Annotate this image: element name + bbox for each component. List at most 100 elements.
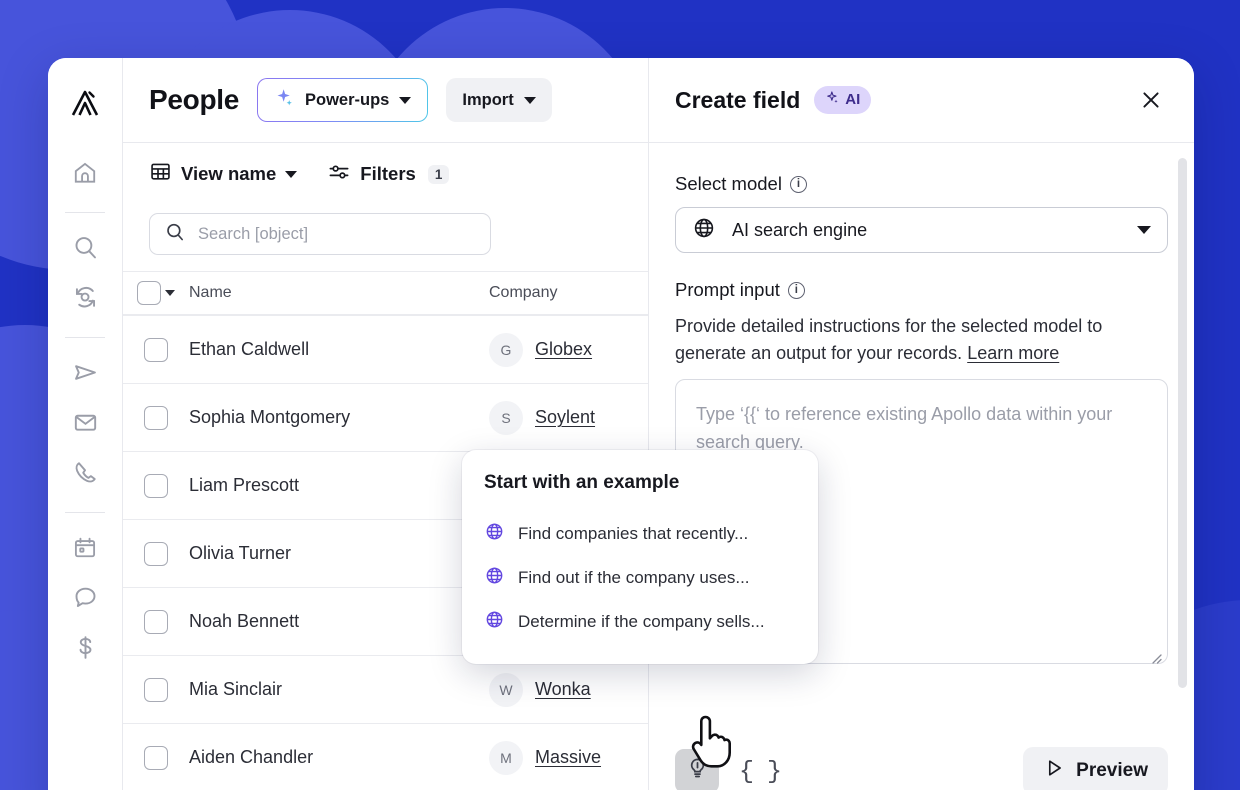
- power-ups-button[interactable]: Power-ups: [257, 78, 428, 122]
- sidebar-item-email[interactable]: [63, 400, 107, 450]
- left-nav-rail: [48, 58, 123, 790]
- prompt-label-row: Prompt input i: [675, 279, 1168, 301]
- sidebar-item-meetings[interactable]: [63, 525, 107, 575]
- table-row[interactable]: Mia SinclairW Wonka: [123, 655, 648, 723]
- power-ups-label: Power-ups: [305, 91, 389, 110]
- cell-company[interactable]: G Globex: [489, 333, 648, 367]
- panel-footer: { } Preview: [649, 724, 1194, 790]
- cell-company[interactable]: W Wonka: [489, 673, 648, 707]
- apollo-logo-icon[interactable]: [65, 84, 105, 124]
- panel-title: Create field: [675, 87, 800, 114]
- prompt-description: Provide detailed instructions for the se…: [675, 313, 1168, 367]
- cell-name[interactable]: Sophia Montgomery: [189, 407, 489, 428]
- company-link[interactable]: Globex: [535, 339, 592, 360]
- select-all-checkbox[interactable]: [137, 281, 161, 305]
- sidebar-item-conversations[interactable]: [63, 575, 107, 625]
- table-row[interactable]: Aiden ChandlerMMassive: [123, 723, 648, 790]
- info-icon[interactable]: i: [790, 176, 807, 193]
- popover-example-item[interactable]: Find out if the company uses...: [462, 556, 818, 600]
- variables-button[interactable]: { }: [739, 757, 781, 786]
- row-checkbox[interactable]: [144, 338, 168, 362]
- table-row[interactable]: Sophia MontgomeryS Soylent: [123, 383, 648, 451]
- search-icon: [164, 221, 186, 248]
- row-checkbox[interactable]: [144, 610, 168, 634]
- preview-button[interactable]: Preview: [1023, 747, 1168, 790]
- cell-name[interactable]: Ethan Caldwell: [189, 339, 489, 360]
- row-checkbox[interactable]: [144, 406, 168, 430]
- row-select-cell: [123, 338, 189, 362]
- company-link[interactable]: Massive: [535, 747, 601, 768]
- row-select-cell: [123, 678, 189, 702]
- column-header-name[interactable]: Name: [189, 284, 489, 302]
- rail-divider: [65, 337, 105, 338]
- ai-badge-label: AI: [845, 91, 860, 108]
- sidebar-item-deals[interactable]: [63, 625, 107, 675]
- filters-label: Filters: [360, 163, 416, 185]
- sidebar-item-send[interactable]: [63, 350, 107, 400]
- avatar: W: [489, 673, 523, 707]
- rail-divider: [65, 512, 105, 513]
- select-all-cell: [123, 281, 189, 305]
- avatar: S: [489, 401, 523, 435]
- cell-name[interactable]: Olivia Turner: [189, 543, 489, 564]
- row-checkbox[interactable]: [144, 678, 168, 702]
- cell-name[interactable]: Noah Bennett: [189, 611, 489, 632]
- search-input[interactable]: Search [object]: [149, 213, 491, 255]
- cell-name[interactable]: Aiden Chandler: [189, 747, 489, 768]
- row-select-cell: [123, 474, 189, 498]
- cell-company[interactable]: MMassive: [489, 741, 648, 775]
- resize-handle[interactable]: [1148, 644, 1162, 658]
- table-grid-icon: [149, 160, 172, 188]
- lightbulb-icon: [685, 756, 710, 786]
- page-title: People: [149, 84, 239, 116]
- examples-popover: Start with an example Find companies tha…: [462, 450, 818, 664]
- page-header: People Power-ups Import: [123, 58, 648, 143]
- company-link[interactable]: Wonka: [535, 679, 591, 700]
- close-icon[interactable]: [1134, 83, 1168, 117]
- mail-icon: [72, 409, 99, 441]
- cell-name[interactable]: Liam Prescott: [189, 475, 489, 496]
- preview-label: Preview: [1076, 760, 1148, 782]
- search-placeholder: Search [object]: [198, 225, 308, 244]
- popover-example-label: Find companies that recently...: [518, 524, 748, 544]
- popover-example-label: Find out if the company uses...: [518, 568, 750, 588]
- ai-badge: AI: [814, 86, 871, 114]
- info-icon[interactable]: i: [788, 282, 805, 299]
- learn-more-link[interactable]: Learn more: [967, 343, 1059, 363]
- cell-name[interactable]: Mia Sinclair: [189, 679, 489, 700]
- model-select-dropdown[interactable]: AI search engine: [675, 207, 1168, 253]
- examples-lightbulb-button[interactable]: [675, 749, 719, 790]
- play-icon: [1043, 757, 1065, 785]
- globe-icon: [484, 565, 505, 591]
- filters-button[interactable]: Filters 1: [327, 160, 449, 189]
- popover-example-item[interactable]: Find companies that recently...: [462, 512, 818, 556]
- row-checkbox[interactable]: [144, 542, 168, 566]
- view-name-selector[interactable]: View name: [149, 160, 297, 188]
- rail-divider: [65, 212, 105, 213]
- column-header-company[interactable]: Company: [489, 284, 648, 302]
- filters-count-badge: 1: [428, 165, 450, 184]
- calendar-icon: [72, 535, 98, 566]
- table-header-row: Name Company: [123, 271, 648, 315]
- row-select-cell: [123, 746, 189, 770]
- panel-scrollbar[interactable]: [1178, 158, 1187, 688]
- import-label: Import: [462, 91, 513, 110]
- sidebar-item-home[interactable]: [63, 150, 107, 200]
- chevron-down-icon: [524, 97, 536, 104]
- company-link[interactable]: Soylent: [535, 407, 595, 428]
- popover-title: Start with an example: [462, 472, 818, 494]
- row-checkbox[interactable]: [144, 474, 168, 498]
- import-button[interactable]: Import: [446, 78, 551, 122]
- popover-example-item[interactable]: Determine if the company sells...: [462, 600, 818, 644]
- chevron-down-icon: [285, 171, 297, 178]
- table-row[interactable]: Ethan CaldwellG Globex: [123, 315, 648, 383]
- sidebar-item-search[interactable]: [63, 225, 107, 275]
- row-checkbox[interactable]: [144, 746, 168, 770]
- sidebar-item-sequences-refresh[interactable]: [63, 275, 107, 325]
- sidebar-item-calls[interactable]: [63, 450, 107, 500]
- avatar: G: [489, 333, 523, 367]
- chevron-down-icon[interactable]: [165, 290, 175, 296]
- cell-company[interactable]: S Soylent: [489, 401, 648, 435]
- sparkle-icon: [274, 87, 295, 113]
- app-window: People Power-ups Import: [48, 58, 1194, 790]
